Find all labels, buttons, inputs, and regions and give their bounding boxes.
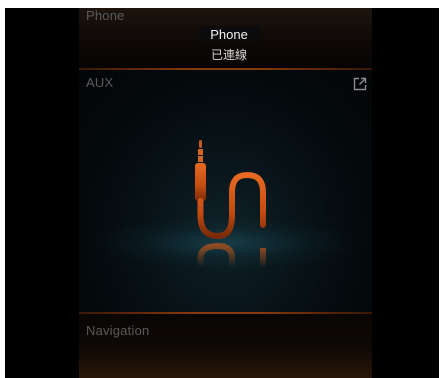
aux-cable-icon xyxy=(184,140,274,270)
aux-panel[interactable]: AUX xyxy=(79,70,372,312)
phone-panel[interactable]: Phone Phone 已連線 xyxy=(79,8,372,68)
phone-section-title: Phone xyxy=(86,8,125,23)
external-link-icon[interactable] xyxy=(353,76,367,91)
phone-device-name: Phone xyxy=(199,26,259,43)
phone-connection-status: 已連線 xyxy=(210,48,247,62)
navigation-panel[interactable]: Navigation xyxy=(79,314,372,378)
aux-section-title: AUX xyxy=(86,75,114,90)
navigation-section-title: Navigation xyxy=(86,323,150,338)
media-source-screen: Phone Phone 已連線 AUX Navigation xyxy=(5,8,439,378)
